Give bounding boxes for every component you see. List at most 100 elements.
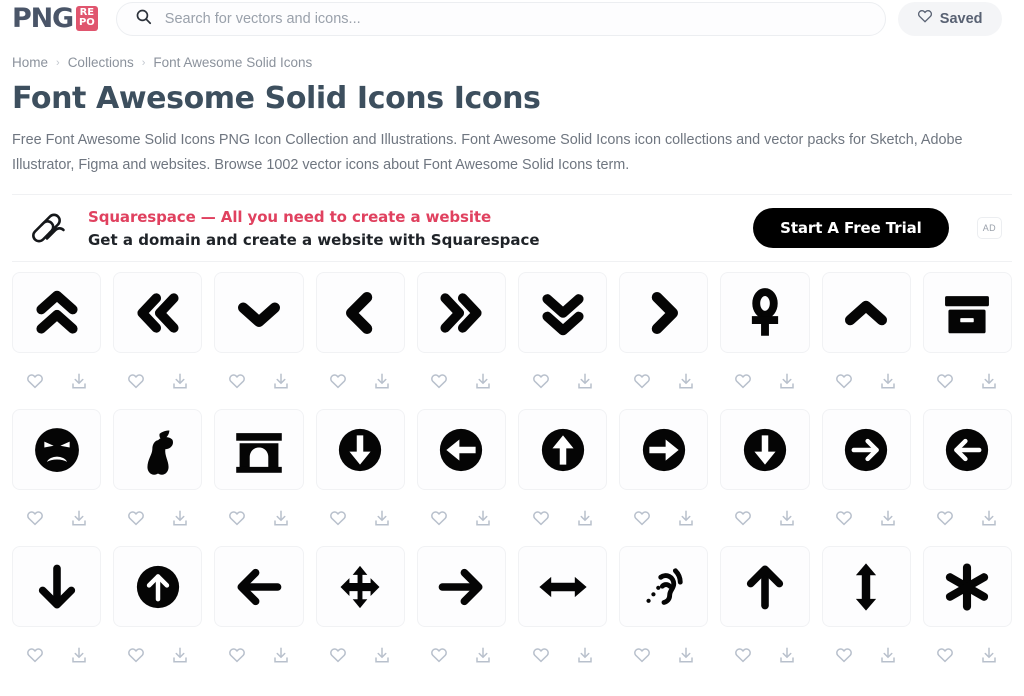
- heart-icon[interactable]: [835, 646, 853, 664]
- heart-icon[interactable]: [228, 646, 246, 664]
- download-icon[interactable]: [474, 646, 492, 664]
- heart-icon[interactable]: [936, 509, 954, 527]
- heart-icon[interactable]: [127, 646, 145, 664]
- icon-card-face-angry[interactable]: [12, 409, 102, 490]
- heart-icon[interactable]: [936, 372, 954, 390]
- icon-card-arrow-up[interactable]: [720, 546, 810, 627]
- heart-icon[interactable]: [228, 509, 246, 527]
- icon-card-assistive-listening-systems[interactable]: [619, 546, 709, 627]
- download-icon[interactable]: [778, 509, 796, 527]
- icon-card-apple-whole[interactable]: [113, 409, 203, 490]
- heart-icon[interactable]: [734, 372, 752, 390]
- download-icon[interactable]: [576, 646, 594, 664]
- heart-icon[interactable]: [26, 509, 44, 527]
- icon-card-circle-arrow-left-thin[interactable]: [922, 409, 1012, 490]
- heart-icon[interactable]: [329, 646, 347, 664]
- search-bar[interactable]: [115, 1, 886, 36]
- icon-card-arrows-up-down[interactable]: [821, 546, 911, 627]
- download-icon[interactable]: [474, 372, 492, 390]
- download-icon[interactable]: [272, 646, 290, 664]
- icon-card-arrows-left-right[interactable]: [517, 546, 608, 627]
- heart-icon[interactable]: [127, 509, 145, 527]
- icon-card-arrow-left[interactable]: [214, 546, 304, 627]
- download-icon[interactable]: [373, 646, 391, 664]
- download-icon[interactable]: [474, 509, 492, 527]
- saved-button[interactable]: Saved: [897, 1, 1002, 36]
- download-icon[interactable]: [677, 372, 695, 390]
- heart-icon[interactable]: [633, 646, 651, 664]
- heart-icon[interactable]: [835, 509, 853, 527]
- download-icon[interactable]: [980, 372, 998, 390]
- icon-card-angle-left[interactable]: [315, 272, 405, 353]
- icon-card-arrows-up-down-left-right[interactable]: [315, 546, 405, 627]
- download-icon[interactable]: [576, 509, 594, 527]
- download-icon[interactable]: [677, 646, 695, 664]
- download-icon[interactable]: [677, 509, 695, 527]
- heart-icon[interactable]: [734, 646, 752, 664]
- card-actions: [734, 490, 796, 546]
- icon-card-circle-arrow-up[interactable]: [517, 409, 608, 490]
- breadcrumb-item-collections[interactable]: Collections: [68, 55, 134, 70]
- heart-icon[interactable]: [430, 372, 448, 390]
- heart-icon[interactable]: [329, 509, 347, 527]
- download-icon[interactable]: [171, 509, 189, 527]
- download-icon[interactable]: [373, 372, 391, 390]
- heart-icon[interactable]: [633, 509, 651, 527]
- icon-card-asterisk[interactable]: [922, 546, 1012, 627]
- download-icon[interactable]: [272, 509, 290, 527]
- heart-icon[interactable]: [936, 646, 954, 664]
- icon-card-box-archive[interactable]: [922, 272, 1012, 353]
- icon-card-angles-left[interactable]: [113, 272, 203, 353]
- breadcrumb-item-home[interactable]: Home: [12, 55, 48, 70]
- heart-icon[interactable]: [835, 372, 853, 390]
- heart-icon[interactable]: [228, 372, 246, 390]
- icon-card-angles-right[interactable]: [416, 272, 506, 353]
- icon-card-arrow-down[interactable]: [12, 546, 102, 627]
- heart-icon[interactable]: [734, 509, 752, 527]
- download-icon[interactable]: [70, 372, 88, 390]
- breadcrumb-item-current[interactable]: Font Awesome Solid Icons: [153, 55, 312, 70]
- icon-card-angles-up[interactable]: [12, 272, 102, 353]
- heart-icon[interactable]: [26, 372, 44, 390]
- start-free-trial-button[interactable]: Start A Free Trial: [753, 208, 949, 248]
- download-icon[interactable]: [171, 646, 189, 664]
- icon-card-circle-arrow-down-alt[interactable]: [720, 409, 810, 490]
- download-icon[interactable]: [272, 372, 290, 390]
- heart-icon[interactable]: [127, 372, 145, 390]
- heart-icon[interactable]: [633, 372, 651, 390]
- icon-card-circle-arrow-down[interactable]: [315, 409, 405, 490]
- icon-card-angle-up[interactable]: [821, 272, 911, 353]
- icon-card-circle-arrow-left[interactable]: [416, 409, 506, 490]
- download-icon[interactable]: [171, 372, 189, 390]
- icon-card-angle-down[interactable]: [214, 272, 304, 353]
- heart-icon[interactable]: [532, 646, 550, 664]
- download-icon[interactable]: [70, 646, 88, 664]
- heart-icon[interactable]: [532, 372, 550, 390]
- ad-title[interactable]: Squarespace — All you need to create a w…: [88, 208, 737, 226]
- search-input[interactable]: [162, 9, 867, 28]
- icon-card-archway[interactable]: [214, 409, 304, 490]
- heart-icon[interactable]: [26, 646, 44, 664]
- icon-card-angles-down[interactable]: [517, 272, 608, 353]
- site-logo[interactable]: PNG RE PO: [12, 5, 98, 32]
- download-icon[interactable]: [879, 646, 897, 664]
- download-icon[interactable]: [373, 509, 391, 527]
- heart-icon[interactable]: [430, 509, 448, 527]
- download-icon[interactable]: [778, 646, 796, 664]
- icon-card-circle-arrow-right[interactable]: [619, 409, 709, 490]
- download-icon[interactable]: [980, 509, 998, 527]
- icon-card-circle-arrow-up-thin[interactable]: [113, 546, 203, 627]
- icon-card-angle-right[interactable]: [619, 272, 709, 353]
- heart-icon[interactable]: [430, 646, 448, 664]
- icon-card-ankh[interactable]: [720, 272, 810, 353]
- heart-icon[interactable]: [329, 372, 347, 390]
- download-icon[interactable]: [980, 646, 998, 664]
- download-icon[interactable]: [879, 509, 897, 527]
- heart-icon[interactable]: [532, 509, 550, 527]
- download-icon[interactable]: [879, 372, 897, 390]
- icon-card-arrow-right[interactable]: [416, 546, 506, 627]
- icon-card-circle-arrow-right-thin[interactable]: [821, 409, 911, 490]
- download-icon[interactable]: [70, 509, 88, 527]
- download-icon[interactable]: [778, 372, 796, 390]
- download-icon[interactable]: [576, 372, 594, 390]
